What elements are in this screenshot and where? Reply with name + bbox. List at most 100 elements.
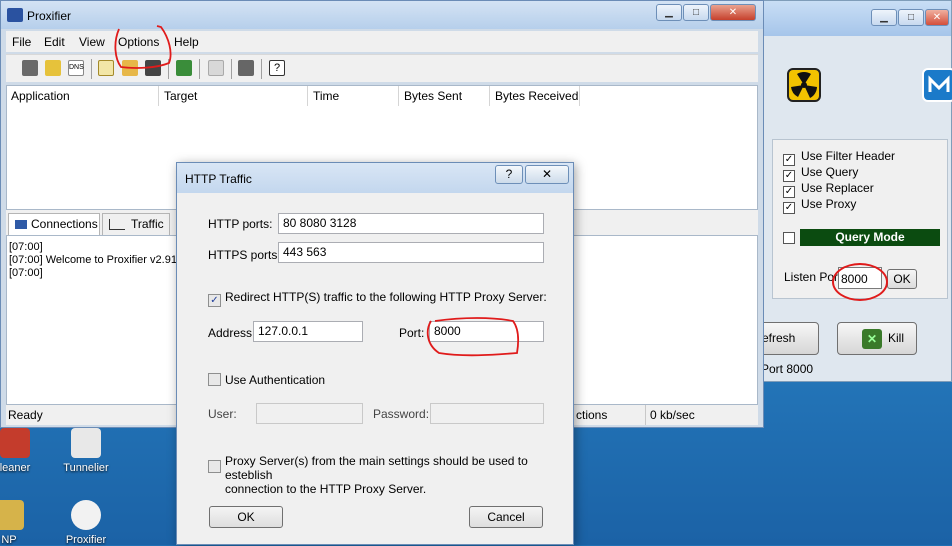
column-header-application[interactable]: Application xyxy=(7,86,159,106)
use-auth-label: Use Authentication xyxy=(225,373,326,387)
kill-label: Kill xyxy=(888,331,905,345)
checkbox-label: Use Proxy xyxy=(801,197,857,211)
use-replacer-checkbox[interactable]: ✓ Use Replacer xyxy=(783,181,874,198)
desktop-icon-np[interactable]: NP xyxy=(0,500,44,546)
checkbox-box xyxy=(208,460,221,473)
status-ready: Ready xyxy=(8,408,43,422)
close-button[interactable]: ✕ xyxy=(525,165,569,184)
column-header-time[interactable]: Time xyxy=(309,86,399,106)
dialog-titlebar: HTTP Traffic ? ✕ xyxy=(177,163,573,193)
proxifier-app-icon xyxy=(7,8,23,22)
menu-edit[interactable]: Edit xyxy=(44,35,65,49)
http-ports-input[interactable]: 80 8080 3128 xyxy=(278,213,544,234)
status-connections: ctions xyxy=(571,405,645,425)
use-proxy-checkbox[interactable]: ✓ Use Proxy xyxy=(783,197,857,214)
background-app-window: ▁ □ ✕ ✓ Use Filter Header ✓ Use Query ✓ Use… xyxy=(739,0,952,382)
proxy-servers-text-line1: Proxy Server(s) from the main settings s… xyxy=(225,454,528,482)
print-icon[interactable] xyxy=(238,60,254,76)
annotation-scribble xyxy=(426,317,520,357)
minimize-button[interactable]: ▁ xyxy=(656,4,682,21)
checkbox-box xyxy=(783,232,795,244)
window-title: Proxifier xyxy=(27,9,72,23)
close-button[interactable]: ✕ xyxy=(925,9,949,26)
column-header-bytes-sent[interactable]: Bytes Sent xyxy=(400,86,490,106)
address-input[interactable]: 127.0.0.1 xyxy=(253,321,363,342)
copy-icon[interactable] xyxy=(208,60,224,76)
query-mode-label: Query Mode xyxy=(800,229,940,246)
desktop-icon-cleaner[interactable]: leaner xyxy=(0,428,50,474)
maximize-button[interactable]: □ xyxy=(683,4,709,21)
redirect-checkbox[interactable]: ✓ Redirect HTTP(S) traffic to the followi… xyxy=(208,290,547,307)
maximize-button[interactable]: □ xyxy=(898,9,924,26)
menu-file[interactable]: File xyxy=(12,35,31,49)
use-main-proxy-checkbox[interactable]: Proxy Server(s) from the main settings s… xyxy=(208,454,548,496)
password-label: Password: xyxy=(373,407,430,421)
desktop-icon-label: Tunnelier xyxy=(63,462,109,474)
kill-button[interactable]: ✕ Kill xyxy=(837,322,917,355)
user-input[interactable] xyxy=(256,403,363,424)
desktop-icon-label: Proxifier xyxy=(65,534,107,546)
checkbox-label: Use Query xyxy=(801,165,859,179)
status-text: Port 8000 xyxy=(761,362,814,376)
refresh-label: efresh xyxy=(762,331,796,345)
m-logo-icon[interactable] xyxy=(922,68,952,102)
tab-traffic[interactable]: Traffic xyxy=(102,213,170,235)
checkbox-label: Use Filter Header xyxy=(801,149,896,163)
desktop-icon-tunnelier[interactable]: Tunnelier xyxy=(51,428,121,474)
minimize-button[interactable]: ▁ xyxy=(871,9,897,26)
listen-ok-button[interactable]: OK xyxy=(887,269,917,289)
ok-button[interactable]: OK xyxy=(209,506,283,528)
redirect-label: Redirect HTTP(S) traffic to the followin… xyxy=(225,290,547,304)
toolbar-separator xyxy=(199,59,200,79)
toolbar-separator xyxy=(231,59,232,79)
help-button[interactable]: ? xyxy=(495,165,523,184)
proxy-servers-text-line2: connection to the HTTP Proxy Server. xyxy=(225,482,427,496)
network-icon[interactable] xyxy=(176,60,192,76)
use-filter-header-checkbox[interactable]: ✓ Use Filter Header xyxy=(783,149,896,166)
column-header-target[interactable]: Target xyxy=(160,86,308,106)
dialog-title: HTTP Traffic xyxy=(185,172,252,186)
log-icon[interactable] xyxy=(45,60,61,76)
close-button[interactable]: ✕ xyxy=(710,4,756,21)
tab-label: Traffic xyxy=(131,217,164,231)
desktop-icon-proxifier[interactable]: Proxifier xyxy=(51,500,121,546)
desktop-icon-label: NP xyxy=(1,534,17,546)
query-mode-checkbox[interactable] xyxy=(783,231,801,247)
use-authentication-checkbox[interactable]: Use Authentication xyxy=(208,373,325,387)
use-query-checkbox[interactable]: ✓ Use Query xyxy=(783,165,859,182)
tunnelier-icon xyxy=(71,428,101,458)
password-input[interactable] xyxy=(430,403,544,424)
annotation-circle xyxy=(832,263,888,301)
check-icon: ✓ xyxy=(208,294,221,307)
cancel-button[interactable]: Cancel xyxy=(469,506,543,528)
menu-help[interactable]: Help xyxy=(174,35,199,49)
tab-label: Connections xyxy=(31,217,98,231)
checkbox-box xyxy=(208,373,221,386)
annotation-scribble xyxy=(114,25,172,69)
np-icon xyxy=(0,500,24,530)
menu-view[interactable]: View xyxy=(79,35,105,49)
radiation-icon[interactable] xyxy=(787,68,821,102)
user-label: User: xyxy=(208,407,237,421)
port-label: Port: xyxy=(399,326,425,340)
cleaner-icon xyxy=(0,428,30,458)
traffic-icon xyxy=(109,219,125,230)
titlebar: ▁ □ ✕ xyxy=(741,1,951,36)
address-label: Address: xyxy=(208,326,256,340)
toolbar-separator xyxy=(261,59,262,79)
connections-icon xyxy=(15,220,27,229)
app-icon-bar xyxy=(767,66,952,104)
checkbox-label: Use Replacer xyxy=(801,181,874,195)
status-rate: 0 kb/sec xyxy=(645,405,758,425)
toolbar-separator xyxy=(91,59,92,79)
dns-icon[interactable]: DNS xyxy=(68,60,84,76)
profile-icon[interactable] xyxy=(22,60,38,76)
tab-connections[interactable]: Connections xyxy=(8,213,100,235)
check-icon: ✓ xyxy=(783,202,795,214)
desktop-icon-label: leaner xyxy=(0,462,31,474)
help-icon[interactable]: ? xyxy=(269,60,285,76)
column-header-bytes-received[interactable]: Bytes Received xyxy=(491,86,580,106)
http-ports-label: HTTP ports: xyxy=(208,217,273,231)
kill-icon: ✕ xyxy=(862,329,882,349)
https-ports-input[interactable]: 443 563 xyxy=(278,242,544,263)
